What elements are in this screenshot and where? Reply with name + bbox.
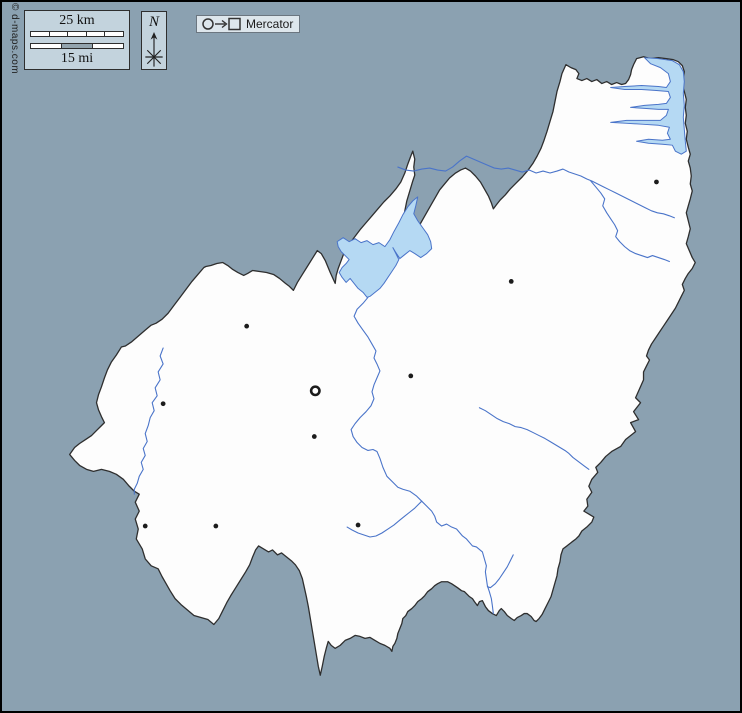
city-dot-2 <box>312 434 317 439</box>
map-canvas <box>2 2 740 711</box>
city-dot-8 <box>654 180 659 185</box>
city-dot-1 <box>161 401 166 406</box>
scale-segment <box>105 31 124 37</box>
scale-bar-km <box>30 31 124 37</box>
compass-rose-icon <box>141 31 167 70</box>
scale-segment <box>30 43 62 49</box>
scale-segment <box>30 31 50 37</box>
scale-bar-mi <box>30 43 124 49</box>
scale-segment <box>50 31 69 37</box>
capital-ring <box>311 387 319 395</box>
compass-box: N <box>141 11 167 70</box>
scale-segment <box>62 43 93 49</box>
scale-segment <box>87 31 106 37</box>
city-dot-5 <box>213 524 218 529</box>
city-dot-0 <box>244 324 249 329</box>
scale-mi-label: 15 mi <box>61 52 93 66</box>
city-dot-3 <box>408 374 413 379</box>
scale-segment <box>68 31 87 37</box>
city-dot-6 <box>356 523 361 528</box>
scale-km-label: 25 km <box>59 14 94 28</box>
projection-badge: Mercator <box>196 15 300 33</box>
copyright-text: © d-maps.com <box>9 3 20 74</box>
compass-north-label: N <box>149 14 159 31</box>
projection-circle-to-square-icon <box>201 16 241 32</box>
scale-segment <box>93 43 124 49</box>
region-outline <box>70 57 696 676</box>
scale-box: 25 km 15 mi <box>24 10 130 70</box>
city-dot-7 <box>509 279 514 284</box>
projection-name: Mercator <box>246 18 293 30</box>
city-dot-4 <box>143 524 148 529</box>
map: © d-maps.com 25 km 15 mi N Mercator <box>0 0 742 713</box>
